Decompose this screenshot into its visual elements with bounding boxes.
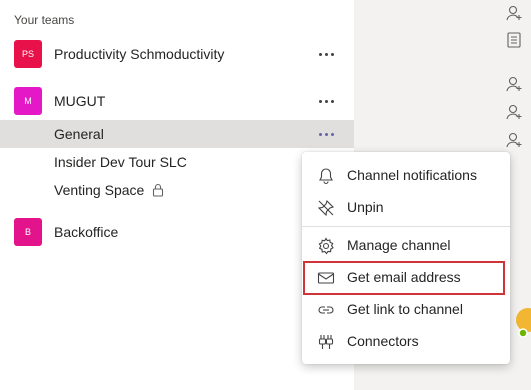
more-options-icon[interactable] <box>312 91 340 111</box>
menu-divider <box>302 226 510 227</box>
channel-name: Insider Dev Tour SLC <box>54 154 187 170</box>
lock-icon <box>152 183 164 197</box>
menu-item-connectors[interactable]: Connectors <box>302 325 510 357</box>
section-title: Your teams <box>14 13 75 27</box>
team-avatar: M <box>14 87 42 115</box>
add-person-icon[interactable] <box>496 75 531 97</box>
team-name: Backoffice <box>54 224 119 240</box>
channel-item-general[interactable]: General <box>0 120 354 148</box>
menu-item-get-link-to-channel[interactable]: Get link to channel <box>302 293 510 325</box>
team-row-mugut[interactable]: M MUGUT <box>0 86 354 116</box>
team-row-backoffice[interactable]: B Backoffice <box>0 217 354 247</box>
add-person-icon[interactable] <box>496 131 531 153</box>
team-name: MUGUT <box>54 93 106 109</box>
menu-item-channel-notifications[interactable]: Channel notifications <box>302 159 510 191</box>
team-avatar: B <box>14 218 42 246</box>
link-icon <box>318 306 334 314</box>
add-person-icon[interactable] <box>496 4 531 26</box>
gear-icon <box>318 237 334 255</box>
team-row-productivity[interactable]: PS Productivity Schmoductivity <box>0 39 354 69</box>
unpin-icon <box>317 199 335 217</box>
channel-context-menu: Channel notifications Unpin Manage chann… <box>302 152 510 364</box>
menu-item-label: Get link to channel <box>347 301 463 317</box>
channel-item-venting-space[interactable]: Venting Space <box>0 176 354 204</box>
team-name: Productivity Schmoductivity <box>54 46 225 62</box>
channel-name: Venting Space <box>54 182 145 198</box>
menu-item-label: Connectors <box>347 333 419 349</box>
menu-item-label: Channel notifications <box>347 167 477 183</box>
menu-item-manage-channel[interactable]: Manage channel <box>302 229 510 261</box>
add-person-icon[interactable] <box>496 103 531 125</box>
channel-item-insider-dev-tour[interactable]: Insider Dev Tour SLC <box>0 148 354 176</box>
more-options-icon[interactable] <box>312 124 340 144</box>
menu-item-unpin[interactable]: Unpin <box>302 191 510 223</box>
notes-icon[interactable] <box>496 31 531 53</box>
more-options-icon[interactable] <box>312 44 340 64</box>
channel-name: General <box>54 126 104 142</box>
teams-list-panel: Your teams PS Productivity Schmoductivit… <box>0 0 354 390</box>
bell-icon <box>319 168 333 185</box>
menu-item-label: Manage channel <box>347 237 451 253</box>
connector-icon <box>318 335 334 349</box>
highlight-annotation <box>303 261 505 295</box>
menu-item-label: Unpin <box>347 199 384 215</box>
team-avatar: PS <box>14 40 42 68</box>
